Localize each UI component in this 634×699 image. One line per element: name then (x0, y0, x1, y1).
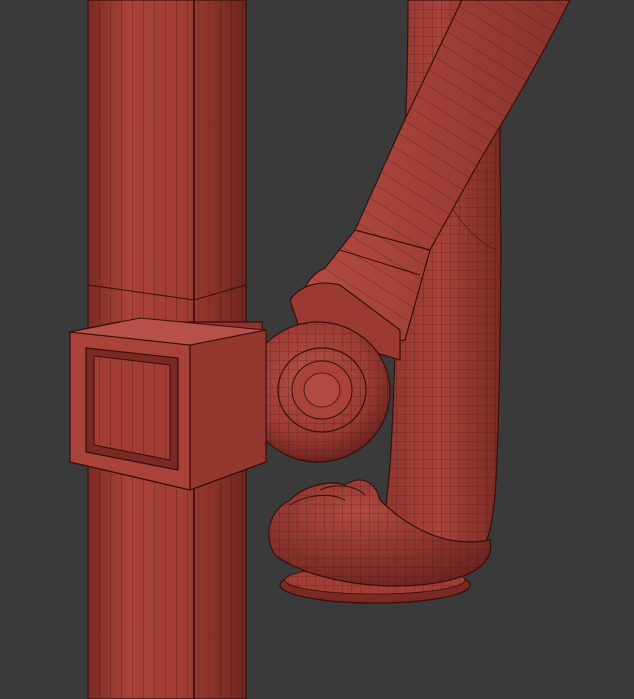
pivot-knob (245, 321, 391, 463)
wireframe-render (69, 0, 571, 699)
post-collar-bracket (69, 317, 267, 491)
3d-viewport[interactable] (0, 0, 634, 699)
